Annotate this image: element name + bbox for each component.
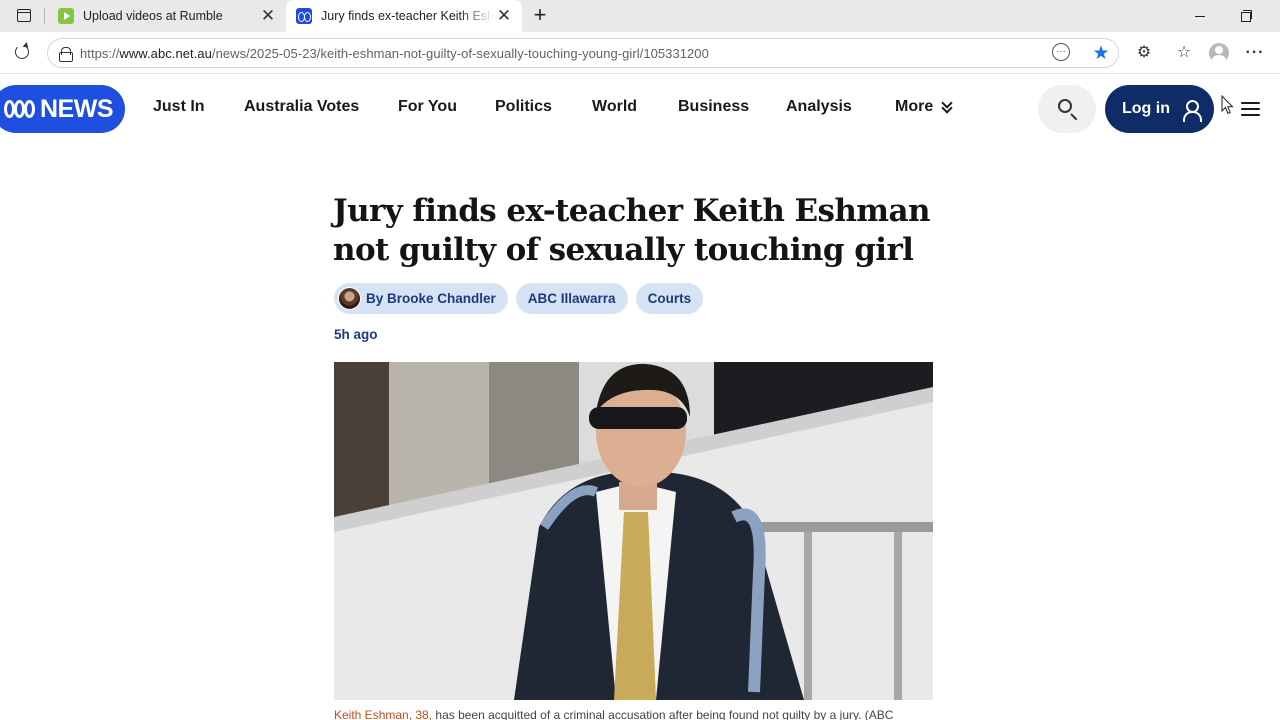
settings-more-icon[interactable]: ···	[1244, 42, 1266, 64]
nav-more[interactable]: More	[895, 98, 953, 116]
rumble-favicon-icon	[58, 8, 74, 24]
user-icon	[1182, 99, 1202, 122]
abc-logo-icon	[4, 98, 36, 120]
tab-close-icon[interactable]: ✕	[258, 6, 278, 26]
browser-toolbar: https://www.abc.net.au/news/2025-05-23/k…	[0, 32, 1280, 74]
nav-just-in[interactable]: Just In	[153, 98, 205, 116]
article-headline: Jury finds ex-teacher Keith Eshman not g…	[333, 193, 931, 268]
article-hero-image[interactable]	[334, 362, 933, 700]
abc-favicon-icon	[296, 8, 312, 24]
nav-more-label: More	[895, 98, 934, 115]
abc-news-logo[interactable]: NEWS	[0, 85, 125, 133]
tag-pill-abc-illawarra[interactable]: ABC Illawarra	[515, 283, 628, 314]
site-header: NEWS Just In Australia Votes For You Pol…	[0, 74, 1280, 144]
tag-pill-courts[interactable]: Courts	[635, 283, 704, 314]
login-button[interactable]: Log in	[1105, 85, 1214, 133]
extensions-icon[interactable]: ⚙	[1133, 42, 1155, 64]
author-pill[interactable]: By Brooke Chandler	[334, 283, 508, 314]
new-tab-button[interactable]: +	[529, 4, 551, 27]
image-caption: Keith Eshman, 38, has been acquitted of …	[334, 708, 934, 720]
tab-abc-article[interactable]: Jury finds ex-teacher Keith Eshman not g…	[286, 0, 522, 32]
browser-tab-strip: Upload videos at Rumble ✕ Jury finds ex-…	[0, 0, 1280, 32]
favorite-star-icon[interactable]: ★	[1091, 44, 1111, 64]
tab-rumble[interactable]: Upload videos at Rumble ✕	[48, 0, 286, 32]
url-host: www.abc.net.au	[119, 46, 212, 61]
nav-for-you[interactable]: For You	[398, 98, 457, 116]
minimize-icon[interactable]	[1188, 6, 1212, 26]
caption-name: Keith Eshman, 38,	[334, 708, 433, 720]
search-icon	[1058, 99, 1072, 113]
login-label: Log in	[1122, 100, 1170, 117]
lock-icon[interactable]	[59, 47, 73, 62]
address-bar[interactable]: https://www.abc.net.au/news/2025-05-23/k…	[47, 38, 1119, 68]
logo-text: NEWS	[40, 94, 114, 123]
mouse-cursor-icon	[1221, 95, 1234, 115]
nav-business[interactable]: Business	[678, 98, 749, 116]
profile-avatar-icon[interactable]	[1208, 42, 1230, 64]
chevron-down-icon	[941, 100, 953, 112]
favorites-icon[interactable]: ☆	[1173, 42, 1195, 64]
reader-mode-icon[interactable]	[1051, 43, 1071, 64]
tab-separator	[44, 8, 45, 24]
caption-text: has been acquitted of a criminal accusat…	[432, 708, 894, 720]
article-meta-pills: By Brooke Chandler ABC Illawarra Courts	[334, 283, 711, 315]
reload-icon[interactable]	[12, 42, 34, 64]
nav-world[interactable]: World	[592, 98, 637, 116]
author-name: By Brooke Chandler	[366, 291, 496, 306]
url-text[interactable]: https://www.abc.net.au/news/2025-05-23/k…	[80, 46, 709, 61]
search-button[interactable]	[1038, 85, 1096, 133]
author-avatar	[338, 287, 361, 310]
article-timestamp: 5h ago	[334, 327, 378, 342]
nav-analysis[interactable]: Analysis	[786, 98, 852, 116]
tab-close-icon[interactable]: ✕	[494, 6, 514, 26]
tab-actions-icon[interactable]	[16, 7, 34, 25]
nav-politics[interactable]: Politics	[495, 98, 552, 116]
restore-window-icon[interactable]	[1234, 6, 1258, 26]
url-path: /news/2025-05-23/keith-eshman-not-guilty…	[211, 46, 709, 61]
nav-australia-votes[interactable]: Australia Votes	[244, 98, 359, 116]
tab-title: Jury finds ex-teacher Keith Eshman not g…	[321, 9, 494, 23]
tab-title: Upload videos at Rumble	[83, 9, 223, 23]
url-scheme: https://	[80, 46, 120, 61]
menu-icon[interactable]	[1241, 101, 1260, 117]
